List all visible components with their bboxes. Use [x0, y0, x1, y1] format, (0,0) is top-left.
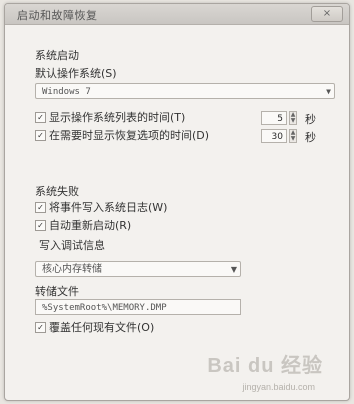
dump-file-label: 转储文件: [35, 285, 79, 298]
recovery-time-input[interactable]: 30: [261, 129, 287, 143]
window-title: 启动和故障恢复: [17, 9, 98, 22]
default-os-value: Windows 7: [42, 87, 91, 97]
spin-down-icon: ▼: [290, 135, 296, 142]
baidu-watermark-logo: Bai du 经验: [207, 355, 323, 377]
debug-info-select[interactable]: 核心内存转储 ▼: [35, 261, 241, 277]
auto-restart-label: 自动重新启动(R): [49, 219, 132, 232]
show-os-list-checkbox[interactable]: ✓: [35, 111, 46, 123]
dialog-content: 系统启动 默认操作系统(S) Windows 7 ▼ ✓ 显示操作系统列表的时间(…: [5, 25, 349, 400]
show-recovery-checkbox[interactable]: ✓: [35, 129, 46, 141]
system-failure-section-title: 系统失败: [35, 185, 79, 198]
recovery-time-spinner[interactable]: ▲ ▼: [289, 129, 297, 143]
os-list-time-unit: 秒: [305, 113, 316, 126]
auto-restart-checkbox[interactable]: ✓: [35, 219, 46, 231]
system-startup-section-title: 系统启动: [35, 49, 79, 62]
default-os-select[interactable]: Windows 7 ▼: [35, 83, 335, 99]
dropdown-arrow-icon: ▼: [326, 87, 331, 96]
close-button[interactable]: ×: [311, 6, 343, 22]
dropdown-arrow-icon: ▼: [230, 265, 237, 274]
os-list-time-input[interactable]: 5: [261, 111, 287, 125]
default-os-label: 默认操作系统(S): [35, 67, 117, 80]
dump-file-input[interactable]: %SystemRoot%\MEMORY.DMP: [35, 299, 241, 315]
recovery-time-unit: 秒: [305, 131, 316, 144]
title-bar: 启动和故障恢复 ×: [5, 4, 349, 25]
show-recovery-option[interactable]: ✓ 在需要时显示恢复选项的时间(D): [35, 129, 209, 143]
overwrite-label: 覆盖任何现有文件(O): [49, 321, 155, 334]
write-event-log-label: 将事件写入系统日志(W): [49, 201, 168, 214]
show-os-list-label: 显示操作系统列表的时间(T): [49, 111, 186, 124]
show-os-list-option[interactable]: ✓ 显示操作系统列表的时间(T): [35, 111, 185, 125]
write-event-log-checkbox[interactable]: ✓: [35, 201, 46, 213]
startup-recovery-dialog: 启动和故障恢复 × 系统启动 默认操作系统(S) Windows 7 ▼ ✓ 显示…: [4, 3, 350, 401]
os-list-time-spinner[interactable]: ▲ ▼: [289, 111, 297, 125]
write-event-log-option[interactable]: ✓ 将事件写入系统日志(W): [35, 201, 167, 215]
debug-info-label: 写入调试信息: [39, 239, 105, 252]
auto-restart-option[interactable]: ✓ 自动重新启动(R): [35, 219, 131, 233]
overwrite-option[interactable]: ✓ 覆盖任何现有文件(O): [35, 321, 154, 335]
show-recovery-label: 在需要时显示恢复选项的时间(D): [49, 129, 210, 142]
overwrite-checkbox[interactable]: ✓: [35, 321, 46, 333]
spin-down-icon: ▼: [290, 117, 296, 124]
baidu-watermark-url: jingyan.baidu.com: [242, 382, 315, 392]
debug-info-value: 核心内存转储: [42, 264, 102, 275]
